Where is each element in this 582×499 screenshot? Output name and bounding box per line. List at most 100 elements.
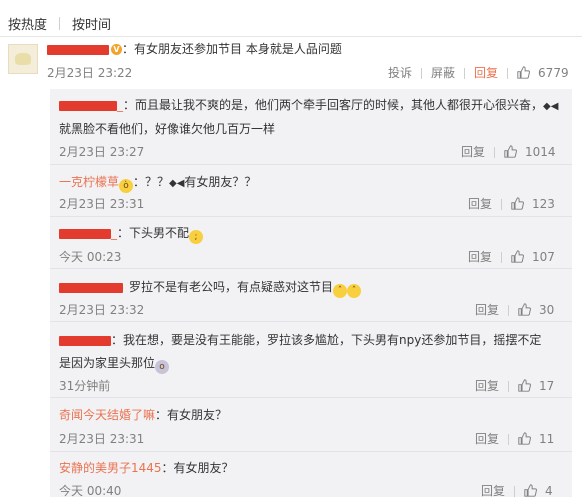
main-comment-actions: 投诉 屏蔽 回复 6779 (388, 64, 569, 81)
block-button[interactable]: 屏蔽 (431, 66, 455, 80)
laughing-emoji-icon: ˆ (333, 284, 348, 298)
like-count: 30 (539, 303, 555, 317)
thumbs-up-icon[interactable] (518, 432, 531, 445)
reply-divider (50, 321, 572, 322)
tab-sort-by-hot[interactable]: 按热度 (8, 14, 47, 33)
reply-username[interactable]: 一克柠檬草 (59, 175, 119, 189)
reply-3: _：下头男不配; (59, 224, 204, 244)
reply-time: 31分钟前 (59, 379, 111, 393)
like-count: 6779 (538, 66, 569, 80)
reply-5: ：我在想，要是没有王能能，罗拉该多尴尬，下头男有npy还参加节目，摇摆不定 (59, 331, 541, 348)
reply-text: ：？？ (133, 175, 170, 189)
main-comment: V ：有女朋友还参加节目 本身就是人品问题 (47, 40, 342, 57)
reply-1: _：而且最让我不爽的是，他们两个牵手回客厅的时候，其他人都很开心很兴奋，◆◀ (59, 96, 558, 113)
thumbs-up-icon[interactable] (511, 197, 524, 210)
reply-button[interactable]: 回复 (475, 303, 499, 317)
reply-button[interactable]: 回复 (475, 432, 499, 446)
reply-button[interactable]: 回复 (474, 66, 498, 80)
action-separator (508, 434, 510, 445)
reply-button[interactable]: 回复 (481, 484, 505, 498)
reply-button[interactable]: 回复 (468, 250, 492, 264)
reply-button[interactable]: 回复 (461, 145, 485, 159)
reply-1-text-line2: 就黑脸不看他们，好像谁欠他几百万一样 (59, 122, 276, 136)
thumbs-up-icon[interactable] (517, 66, 530, 79)
shocked-emoji-icon: o (155, 360, 170, 374)
reply-username[interactable]: 奇闻今天结婚了嘛 (59, 408, 155, 422)
reply-7: 安静的美男子1445：有女朋友？ (59, 459, 234, 476)
fish-emoji-icon: ◆◀ (169, 178, 185, 189)
reply-4: 罗拉不是有老公吗，有点疑惑对这节目 ˆ ˆ (59, 278, 362, 298)
reply-username[interactable] (59, 280, 123, 294)
tab-sort-by-time[interactable]: 按时间 (72, 14, 111, 33)
action-separator (508, 381, 510, 392)
thumbs-up-icon[interactable] (504, 145, 517, 158)
reply-divider (50, 164, 572, 165)
action-separator (464, 68, 466, 79)
report-button[interactable]: 投诉 (388, 66, 412, 80)
reply-actions: 回复 30 (475, 301, 554, 318)
reply-text: ：有女朋友？ (161, 461, 234, 475)
like-count: 1014 (525, 145, 556, 159)
action-separator (507, 68, 509, 79)
action-separator (514, 486, 516, 497)
action-separator (501, 252, 503, 263)
avatar[interactable] (8, 44, 38, 74)
thumbs-up-icon[interactable] (524, 484, 537, 497)
reply-divider (50, 216, 572, 217)
reply-time: 2月23日 23:32 (59, 303, 145, 317)
reply-2: 一克柠檬草 ò ：？？◆◀有女朋友？？ (59, 173, 256, 193)
main-comment-separator: ： (122, 42, 135, 56)
like-count: 107 (532, 250, 555, 264)
emoji-icon: ò (119, 179, 134, 193)
verified-badge-icon: V (111, 44, 122, 55)
main-comment-username[interactable] (47, 42, 109, 56)
reply-divider (50, 268, 572, 269)
reply-time: 今天 00:40 (59, 484, 122, 498)
action-separator (421, 68, 423, 79)
reply-divider (50, 451, 572, 452)
fish-emoji-icon: ◆◀ (543, 101, 559, 112)
reply-text: ：有女朋友？ (155, 408, 228, 422)
reply-username[interactable]: _ (59, 226, 117, 240)
reply-username[interactable]: 安静的美男子1445 (59, 461, 162, 475)
reply-6: 奇闻今天结婚了嘛：有女朋友？ (59, 406, 227, 423)
reply-username[interactable] (59, 333, 111, 347)
sort-tabs: 按热度 按时间 (8, 14, 111, 33)
reply-time: 2月23日 23:31 (59, 197, 145, 211)
like-count: 17 (539, 379, 555, 393)
reply-text: ：我在想，要是没有王能能，罗拉该多尴尬，下头男有npy还参加节目，摇摆不定 (111, 333, 542, 347)
thumbs-up-icon[interactable] (518, 303, 531, 316)
reply-username[interactable]: _ (59, 98, 123, 112)
laughing-emoji-icon: ˆ (347, 284, 362, 298)
action-separator (494, 147, 496, 158)
reply-time: 2月23日 23:27 (59, 145, 145, 159)
reply-text: ：下头男不配 (117, 226, 190, 240)
reply-text: ：而且最让我不爽的是，他们两个牵手回客厅的时候，其他人都很开心很兴奋， (123, 98, 544, 112)
thumbs-up-icon[interactable] (511, 250, 524, 263)
reply-text-continued: 有女朋友？？ (184, 175, 257, 189)
reply-5-text-line2: 是因为家里头那位 o (59, 354, 170, 374)
tabs-divider (0, 36, 582, 37)
action-separator (501, 199, 503, 210)
reply-actions: 回复 107 (468, 248, 555, 265)
main-comment-time: 2月23日 23:22 (47, 66, 133, 80)
reply-actions: 回复 123 (468, 195, 555, 212)
like-count: 123 (532, 197, 555, 211)
reply-time: 今天 00:23 (59, 250, 122, 264)
tab-separator (59, 16, 61, 30)
reply-actions: 回复 11 (475, 430, 554, 447)
like-count: 11 (539, 432, 555, 446)
action-separator (508, 305, 510, 316)
reply-button[interactable]: 回复 (475, 379, 499, 393)
reply-divider (50, 397, 572, 398)
thumbs-up-icon[interactable] (518, 379, 531, 392)
tearful-emoji-icon: ; (189, 230, 204, 244)
reply-time: 2月23日 23:31 (59, 432, 145, 446)
reply-actions: 回复 17 (475, 377, 554, 394)
like-count: 4 (545, 484, 553, 498)
reply-text: 罗拉不是有老公吗，有点疑惑对这节目 (129, 280, 334, 294)
reply-actions: 回复 1014 (461, 143, 556, 160)
main-comment-text: 有女朋友还参加节目 本身就是人品问题 (134, 42, 342, 56)
reply-button[interactable]: 回复 (468, 197, 492, 211)
avatar-image (15, 53, 31, 65)
